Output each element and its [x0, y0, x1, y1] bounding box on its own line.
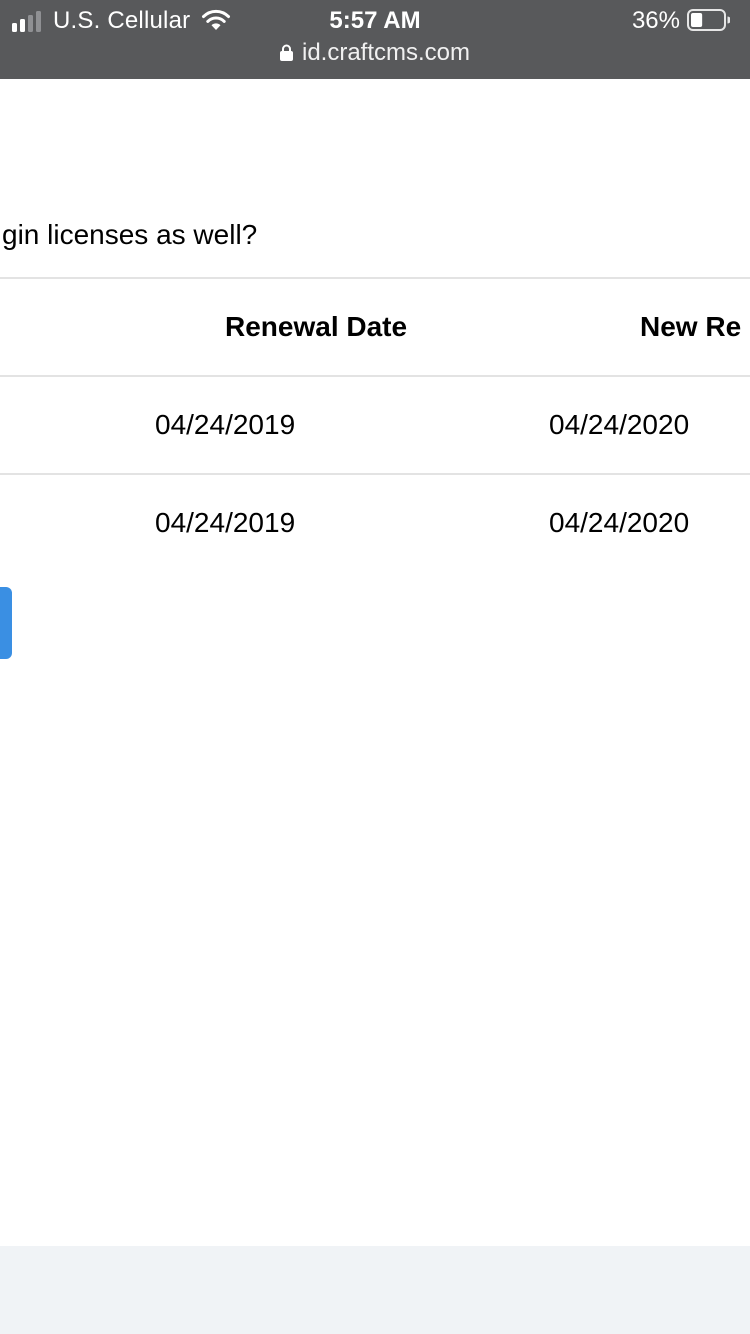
new-renewal-date-cell: 04/24/2020 [549, 409, 690, 440]
table-top-divider [0, 277, 750, 279]
table-header-divider [0, 375, 750, 377]
new-renewal-date-cell: 04/24/2020 [549, 507, 690, 538]
lock-icon [279, 44, 293, 61]
page-footer [0, 1246, 750, 1334]
address-bar[interactable]: id.craftcms.com [0, 39, 750, 67]
battery-percentage: 36% [631, 7, 680, 34]
primary-button[interactable] [0, 587, 12, 659]
battery-icon [687, 9, 730, 31]
column-header-renewal-date: Renewal Date [225, 311, 408, 342]
column-header-new-renewal-date: New Re [640, 311, 742, 342]
url-text: id.craftcms.com [301, 39, 471, 66]
renewal-date-cell: 04/24/2019 [155, 507, 296, 538]
status-bar: U.S. Cellular 5:57 AM 36% id.craftcms.co… [0, 0, 750, 79]
renewal-date-cell: 04/24/2019 [155, 409, 296, 440]
table-row-divider [0, 473, 750, 475]
renewal-question: gin licenses as well? [2, 219, 258, 250]
